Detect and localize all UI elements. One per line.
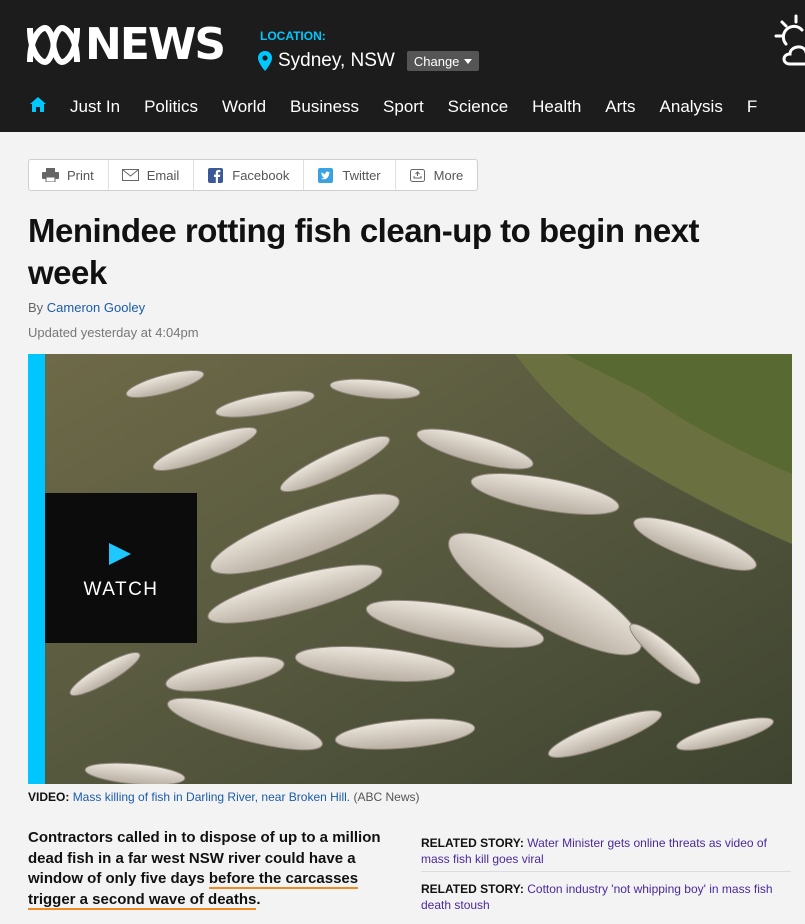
lead-paragraph: Contractors called in to dispose of up t… — [28, 828, 398, 910]
twitter-icon — [317, 167, 334, 183]
printer-icon — [42, 168, 59, 183]
more-label: More — [433, 167, 464, 183]
logo-text: NEWS — [85, 19, 226, 70]
play-icon — [109, 543, 131, 565]
caption-prefix: VIDEO: — [28, 790, 70, 804]
related-story-1: RELATED STORY: Water Minister gets onlin… — [421, 835, 791, 867]
nav-item-politics[interactable]: Politics — [144, 97, 198, 117]
site-header: NEWS LOCATION: Sydney, NSW Change Just I… — [0, 0, 805, 132]
media-accent-bar — [28, 354, 45, 784]
email-button[interactable]: Email — [109, 160, 195, 190]
author-link[interactable]: Cameron Gooley — [47, 300, 145, 315]
article-headline: Menindee rotting fish clean-up to begin … — [28, 212, 700, 291]
updated-timestamp: Updated yesterday at 4:04pm — [28, 325, 199, 340]
location-pin-icon — [258, 51, 272, 71]
share-bar: Print Email Facebook Twitter More — [28, 159, 478, 191]
nav-item-arts[interactable]: Arts — [605, 97, 635, 117]
byline-prefix: By — [28, 300, 44, 315]
facebook-share-button[interactable]: Facebook — [194, 160, 305, 190]
caret-down-icon — [464, 58, 473, 64]
nav-item-business[interactable]: Business — [290, 97, 359, 117]
byline: By Cameron Gooley — [28, 300, 145, 315]
change-label: Change — [413, 53, 460, 69]
envelope-icon — [121, 168, 139, 183]
related-label: RELATED STORY: — [421, 836, 524, 850]
share-more-icon — [409, 168, 426, 183]
print-label: Print — [67, 167, 94, 183]
location-city: Sydney, NSW — [278, 50, 395, 71]
related-label: RELATED STORY: — [421, 882, 524, 896]
facebook-icon — [207, 167, 224, 183]
twitter-share-button[interactable]: Twitter — [304, 160, 396, 190]
location-selector: Sydney, NSW Change — [258, 50, 480, 72]
more-share-button[interactable]: More — [396, 160, 478, 190]
weather-partly-cloudy-icon[interactable] — [772, 12, 805, 72]
print-button[interactable]: Print — [29, 160, 109, 190]
watch-video-button[interactable]: WATCH — [45, 493, 197, 643]
related-divider — [421, 871, 791, 872]
watch-label: WATCH — [83, 579, 159, 600]
abc-news-logo[interactable]: NEWS — [26, 19, 226, 70]
nav-item-analysis[interactable]: Analysis — [660, 97, 723, 117]
related-story-2: RELATED STORY: Cotton industry 'not whip… — [421, 881, 791, 913]
lead-end: . — [256, 890, 261, 908]
location-label: LOCATION: — [260, 29, 326, 43]
nav-item-science[interactable]: Science — [448, 97, 508, 117]
facebook-label: Facebook — [232, 167, 290, 183]
video-caption: VIDEO: Mass killing of fish in Darling R… — [28, 790, 419, 804]
twitter-label: Twitter — [342, 167, 381, 183]
change-location-button[interactable]: Change — [406, 51, 480, 71]
nav-item-sport[interactable]: Sport — [383, 97, 424, 117]
email-label: Email — [146, 167, 180, 183]
caption-source: (ABC News) — [353, 790, 420, 804]
nav-item-just-in[interactable]: Just In — [70, 97, 120, 117]
nav-item-truncated[interactable]: F — [747, 97, 757, 117]
main-nav: Just In Politics World Business Sport Sc… — [70, 97, 781, 117]
nav-item-world[interactable]: World — [222, 97, 266, 117]
nav-item-health[interactable]: Health — [532, 97, 581, 117]
caption-link[interactable]: Mass killing of fish in Darling River, n… — [73, 790, 350, 804]
home-icon[interactable] — [29, 96, 47, 114]
abc-logo-icon — [27, 24, 80, 66]
